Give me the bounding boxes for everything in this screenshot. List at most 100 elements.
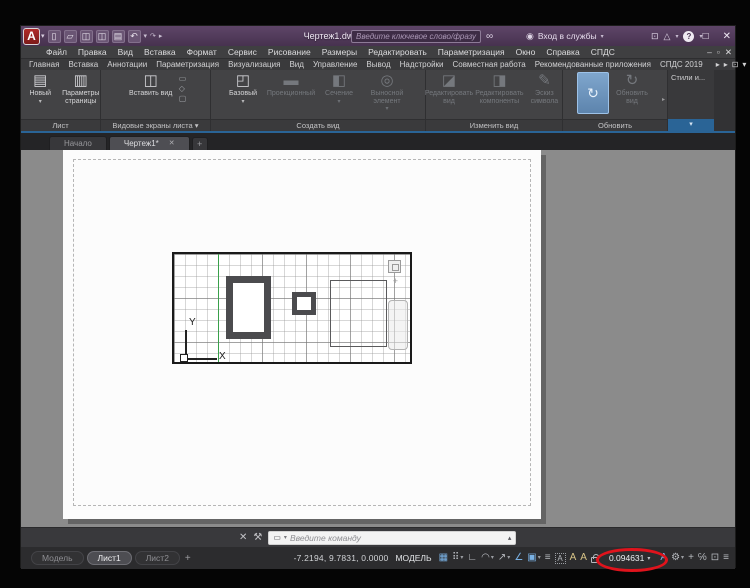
drawing-canvas[interactable]: Y X + xyxy=(21,150,735,527)
rect-viewport-icon[interactable]: ▭ xyxy=(179,74,187,83)
drawn-rectangle-large[interactable] xyxy=(226,276,271,339)
ortho-toggle[interactable]: ∟ xyxy=(467,552,477,564)
command-prompt-caret-icon[interactable]: ▾ xyxy=(284,534,287,541)
menu-insert[interactable]: Вставка xyxy=(144,47,176,57)
auto-update-button[interactable]: ↻ xyxy=(577,72,609,114)
annotation-scale-control[interactable]: 0.094631 ▾ xyxy=(603,551,656,565)
new-layout-tab-button[interactable]: + xyxy=(185,553,191,564)
settings-gear[interactable]: ⚙▾ xyxy=(671,552,684,564)
app-menu-caret-icon[interactable]: ▾ xyxy=(41,32,45,40)
menu-format[interactable]: Формат xyxy=(187,47,217,57)
tab-layout2[interactable]: Лист2 xyxy=(135,551,180,565)
new-drawing-tab-button[interactable]: + xyxy=(192,137,208,150)
drawn-rectangle-small[interactable] xyxy=(292,292,316,315)
insert-view-button[interactable]: ◫ Вставить вид xyxy=(125,72,177,98)
save-icon[interactable]: ◫ xyxy=(80,30,93,43)
ribbon-tab-visualize[interactable]: Визуализация xyxy=(228,60,280,69)
binoculars-icon[interactable]: ∞ xyxy=(486,31,493,42)
menu-edit[interactable]: Правка xyxy=(78,47,107,57)
command-input[interactable]: ▭ ▾ Введите команду ▴ xyxy=(268,531,516,545)
paper-sheet[interactable]: Y X + xyxy=(63,150,541,519)
page-setup-button[interactable]: ▥ Параметры страницы xyxy=(62,72,101,105)
close-button[interactable]: ✕ xyxy=(723,31,731,42)
drawn-rectangle-outline[interactable] xyxy=(330,280,387,347)
viewport-zoom-plus-icon[interactable]: + xyxy=(393,276,398,286)
undo-caret-icon[interactable]: ▾ xyxy=(144,32,148,40)
panel-update-launcher-icon[interactable]: ▸ xyxy=(662,96,665,103)
navigation-bar[interactable] xyxy=(388,300,408,350)
customization-menu-icon[interactable]: ≡ xyxy=(723,552,729,564)
grid-display-toggle[interactable]: ▦ xyxy=(439,552,448,564)
menu-tools[interactable]: Сервис xyxy=(228,47,257,57)
menu-view[interactable]: Вид xyxy=(118,47,133,57)
sign-in-area[interactable]: ◉ Вход в службы ▾ xyxy=(526,31,604,42)
menu-file[interactable]: Файл xyxy=(46,47,67,57)
annotation-visibility-toggle[interactable]: А xyxy=(555,553,566,564)
doc-restore-button[interactable]: ▫ xyxy=(717,47,720,58)
app-store-icon[interactable]: △ xyxy=(664,31,671,42)
ribbon-tab-manage[interactable]: Управление xyxy=(313,60,357,69)
ribbon-tab-view[interactable]: Вид xyxy=(289,60,303,69)
ribbon-cycle2-icon[interactable]: ▸ xyxy=(724,60,728,69)
new-file-icon[interactable]: ▯ xyxy=(48,30,61,43)
menu-spds[interactable]: СПДС xyxy=(591,47,615,57)
ribbon-tab-collaborate[interactable]: Совместная работа xyxy=(453,60,526,69)
file-tab-drawing1[interactable]: Чертеж1* ✕ xyxy=(109,136,190,150)
menu-draw[interactable]: Рисование xyxy=(268,47,311,57)
ribbon-tab-addins[interactable]: Надстройки xyxy=(400,60,444,69)
communication-center-icon[interactable]: ⊡ xyxy=(651,31,659,42)
viewport-controls-icon[interactable] xyxy=(388,260,401,273)
doc-minimize-button[interactable]: – xyxy=(707,47,712,58)
isodraft-toggle[interactable]: ↗▾ xyxy=(498,552,510,564)
ribbon-cycle-icon[interactable]: ▸ xyxy=(716,60,720,69)
object-viewport-icon[interactable]: ▢ xyxy=(179,94,187,103)
doc-close-button[interactable]: ✕ xyxy=(725,47,732,58)
save-as-icon[interactable]: ◫ xyxy=(96,30,109,43)
ribbon-tab-featured-apps[interactable]: Рекомендованные приложения xyxy=(535,60,651,69)
layout-viewport[interactable]: Y X + xyxy=(172,252,412,364)
ribbon-minimize-icon[interactable]: ⊡ xyxy=(732,60,739,69)
undo-icon[interactable]: ↶ xyxy=(128,30,141,43)
menu-help[interactable]: Справка xyxy=(546,47,579,57)
file-tab-start[interactable]: Начало xyxy=(49,136,107,150)
command-history-icon[interactable]: ▴ xyxy=(508,534,512,542)
menu-dimension[interactable]: Размеры xyxy=(322,47,357,57)
isolate-objects-toggle[interactable]: ℅ xyxy=(698,552,707,564)
base-view-button[interactable]: ◰ Базовый ▾ xyxy=(223,72,263,105)
object-snap-toggle[interactable]: ▣▾ xyxy=(527,552,540,564)
model-space-button[interactable]: МОДЕЛЬ xyxy=(395,553,431,563)
ribbon-tab-home[interactable]: Главная xyxy=(29,60,59,69)
ribbon-tab-annotate[interactable]: Аннотации xyxy=(107,60,147,69)
polar-tracking-toggle[interactable]: ◠▾ xyxy=(481,552,494,564)
tab-model[interactable]: Модель xyxy=(31,551,84,565)
app-store-caret-icon[interactable]: ▾ xyxy=(675,33,678,40)
lineweight-toggle[interactable]: ≡ xyxy=(545,552,551,564)
ribbon-tab-insert[interactable]: Вставка xyxy=(68,60,98,69)
lock-ui-toggle[interactable] xyxy=(591,557,599,563)
graphics-performance-toggle[interactable]: ⊡ xyxy=(711,552,719,564)
minimize-button[interactable]: – xyxy=(683,31,689,42)
app-menu-button[interactable]: A xyxy=(23,28,40,45)
tab-layout1[interactable]: Лист1 xyxy=(87,551,132,565)
maximize-button[interactable]: □ xyxy=(703,31,709,42)
units-toggle[interactable]: + xyxy=(688,552,694,564)
annotation-scale-sync-toggle[interactable]: А xyxy=(580,552,587,564)
ribbon-minimize-caret-icon[interactable]: ▾ xyxy=(742,60,746,69)
annotation-autoscale-toggle[interactable]: А xyxy=(570,552,577,564)
poly-viewport-icon[interactable]: ◇ xyxy=(179,84,187,93)
panel-styles-standards[interactable]: Стили и... ▾ xyxy=(668,70,714,131)
menu-window[interactable]: Окно xyxy=(516,47,536,57)
snap-mode-toggle[interactable]: ⠿▾ xyxy=(452,552,463,564)
menu-parametric[interactable]: Параметризация xyxy=(438,47,505,57)
panel-styles-caret-icon[interactable]: ▾ xyxy=(668,119,714,131)
workspace-toggle[interactable]: А xyxy=(660,552,667,564)
menu-modify[interactable]: Редактировать xyxy=(368,47,427,57)
object-snap-tracking-toggle[interactable]: ∠ xyxy=(514,552,523,564)
redo-icon[interactable]: ↷ xyxy=(150,32,156,40)
plot-icon[interactable]: ▤ xyxy=(112,30,125,43)
ribbon-tab-spds[interactable]: СПДС 2019 xyxy=(660,60,703,69)
open-file-icon[interactable]: ▱ xyxy=(64,30,77,43)
new-layout-button[interactable]: ▤ Новый ▾ xyxy=(21,72,60,105)
ribbon-tab-output[interactable]: Вывод xyxy=(366,60,390,69)
command-customize-icon[interactable]: ⚒ xyxy=(253,532,262,543)
